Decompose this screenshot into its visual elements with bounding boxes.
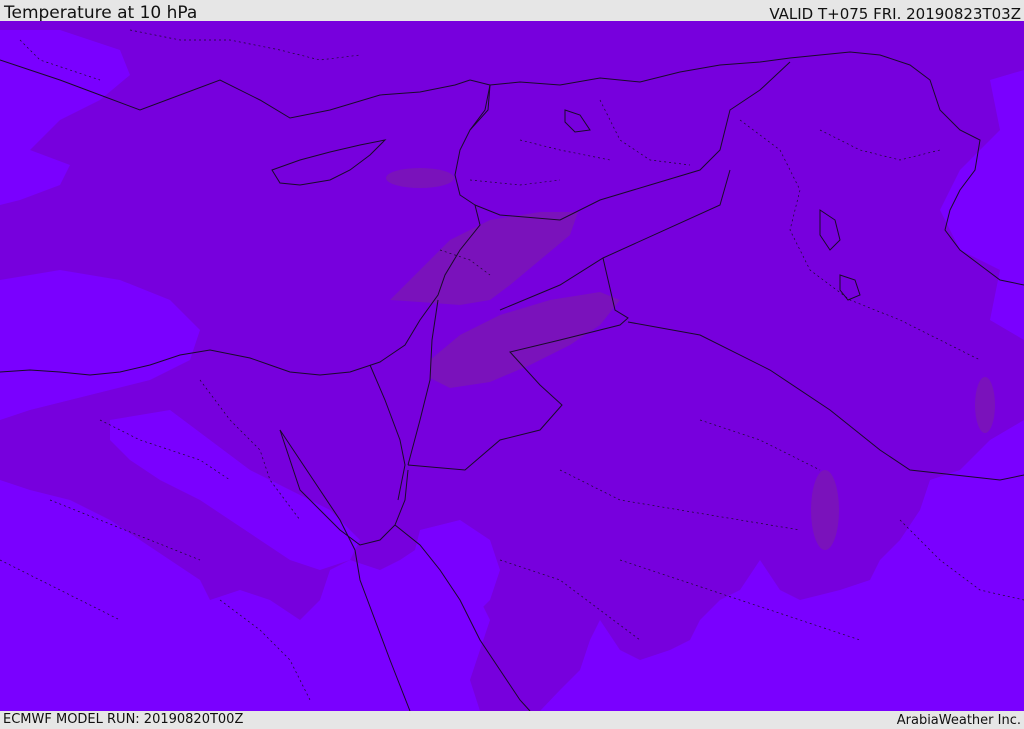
- warm-spot-cyprus: [386, 168, 454, 188]
- credit-label: ArabiaWeather Inc.: [896, 713, 1021, 728]
- warm-spot-iran: [975, 377, 995, 433]
- header-bar: Temperature at 10 hPa VALID T+075 FRI. 2…: [0, 0, 1024, 23]
- footer-bar: ECMWF MODEL RUN: 20190820T00Z ArabiaWeat…: [0, 711, 1024, 729]
- temperature-map: [0, 21, 1024, 711]
- warm-spot-iraq: [811, 470, 839, 550]
- map-title: Temperature at 10 hPa: [4, 3, 198, 23]
- model-run-label: ECMWF MODEL RUN: 20190820T00Z: [3, 712, 244, 727]
